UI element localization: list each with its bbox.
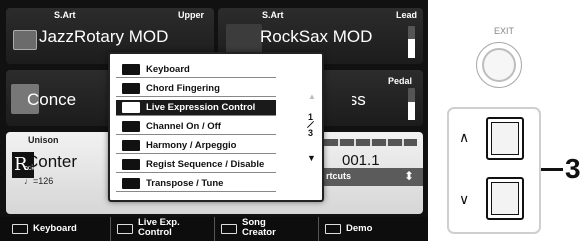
volume-level-bar (408, 26, 415, 58)
down-button[interactable] (486, 177, 524, 220)
keyboard-icon (12, 224, 28, 234)
up-down-button-panel: ∧ ∨ (447, 107, 541, 234)
voice-name-left: Bass (328, 90, 366, 109)
shortcuts-bar[interactable]: rtcuts ⬍ (324, 168, 423, 186)
scroll-down-icon[interactable]: ▼ (307, 153, 316, 163)
page-total: 3 (308, 128, 314, 138)
function-button-demo[interactable]: Demo (318, 217, 428, 241)
unison-label: Unison (28, 135, 59, 145)
function-menu-popup: Keyboard Chord Fingering Live Expression… (108, 52, 324, 202)
up-arrow-icon: ∧ (459, 129, 470, 145)
part-label-upper: Upper (178, 10, 205, 20)
function-button-song-creator[interactable]: Song Creator (214, 217, 318, 241)
page-divider (306, 120, 315, 129)
menu-item-harmony-arpeggio[interactable]: Harmony / Arpeggio (116, 138, 276, 154)
live-expression-icon (117, 224, 133, 234)
transpose-icon (122, 178, 140, 189)
live-expression-icon (122, 102, 140, 113)
callout-number: 3 (565, 153, 581, 184)
exit-label: EXIT (494, 26, 515, 36)
voice-name-right1: JazzRotary MOD (39, 27, 169, 46)
regist-icon (122, 159, 140, 170)
callout-line (541, 168, 563, 171)
function-button-row: Keyboard Live Exp. Control Song Creator … (0, 217, 428, 241)
voice-type-label: S.Art (54, 10, 76, 20)
voice-name-right2: RockSax MOD (260, 27, 373, 46)
menu-item-chord-fingering[interactable]: Chord Fingering (116, 81, 276, 97)
voice-part-left[interactable]: Pedal Bass (318, 70, 423, 126)
menu-item-transpose-tune[interactable]: Transpose / Tune (116, 176, 276, 192)
function-button-live-exp-control[interactable]: Live Exp. Control (110, 217, 214, 241)
part-label-lead: Lead (396, 10, 418, 20)
voice-name-main: Conce (27, 90, 77, 109)
style-name: Conter (26, 152, 78, 171)
chord-fingering-icon (122, 83, 140, 94)
exit-button[interactable] (476, 42, 522, 88)
shortcuts-label: rtcuts (326, 171, 352, 181)
scroll-up-icon[interactable]: ▲ (308, 92, 316, 101)
up-button[interactable] (486, 117, 524, 160)
song-creator-icon (221, 224, 237, 234)
display-screen: S.Art Upper JazzRotary MOD S.Art Lead Ro… (0, 0, 428, 241)
channel-icon (122, 121, 140, 132)
function-button-keyboard[interactable]: Keyboard (6, 217, 110, 241)
voice-type-label: S.Art (262, 10, 284, 20)
menu-item-keyboard[interactable]: Keyboard (116, 62, 276, 78)
menu-item-channel-on-off[interactable]: Channel On / Off (116, 119, 276, 135)
keyboard-icon (122, 64, 140, 75)
harmony-icon (122, 140, 140, 151)
menu-item-live-expression-control[interactable]: Live Expression Control (116, 100, 276, 116)
tempo-value: ♩=126 (24, 176, 54, 186)
track-strip (324, 139, 417, 146)
volume-level-bar (408, 88, 415, 120)
organ-voice-icon (13, 30, 37, 50)
shortcuts-arrow-icon: ⬍ (404, 169, 415, 183)
down-arrow-icon: ∨ (459, 191, 470, 207)
demo-icon (325, 224, 341, 234)
part-label-pedal: Pedal (388, 76, 413, 86)
voice-part-main[interactable]: Conce (6, 70, 118, 126)
bar-beat-counter: 001.1 (342, 152, 380, 169)
menu-item-regist-sequence[interactable]: Regist Sequence / Disable (116, 157, 276, 173)
